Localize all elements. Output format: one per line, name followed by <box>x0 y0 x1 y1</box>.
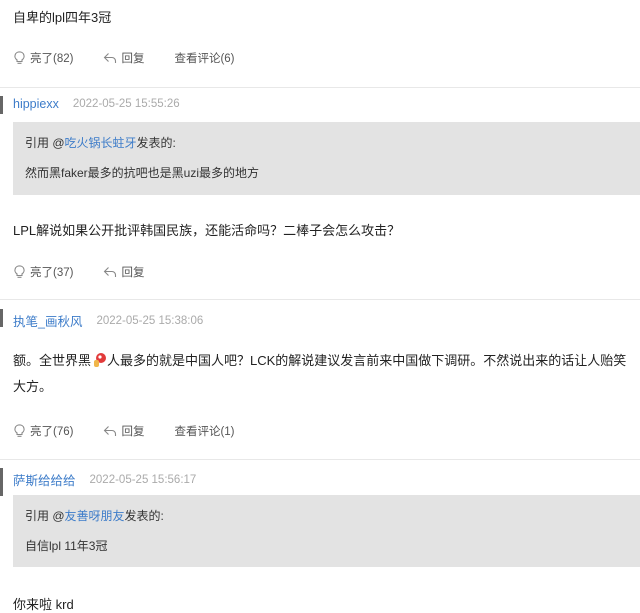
post-header: hippiexx 2022-05-25 15:55:26 <box>13 97 180 111</box>
quote-prefix: 引用 @ <box>25 136 65 150</box>
quote-user-link[interactable]: 吃火锅长蛀牙 <box>65 136 137 150</box>
like-label: 亮了(37) <box>30 267 74 279</box>
lightbulb-icon <box>14 424 25 437</box>
like-button[interactable]: 亮了(37) <box>13 264 73 280</box>
like-button[interactable]: 亮了(82) <box>13 50 73 66</box>
username-link[interactable]: hippiexx <box>13 97 59 111</box>
reply-label: 回复 <box>121 267 145 279</box>
like-label: 亮了(76) <box>30 426 74 438</box>
reply-arrow-icon <box>104 267 117 277</box>
lightbulb-icon <box>14 51 25 64</box>
username-link[interactable]: 萨斯给给给 <box>13 470 76 489</box>
quote-header: 引用 @友善呀朋友发表的: <box>25 507 164 524</box>
quote-suffix: 发表的: <box>124 509 164 523</box>
post-timestamp: 2022-05-25 15:56:17 <box>89 473 197 486</box>
post-content: 自卑的lpl四年3冠 <box>13 10 112 25</box>
post-timestamp: 2022-05-25 15:55:26 <box>72 98 180 110</box>
post-actions: 亮了(82) 回复 查看评论(6) <box>13 50 265 66</box>
post-header: 执笔_画秋风 2022-05-25 15:38:06 <box>13 311 203 330</box>
quote-block: 引用 @吃火锅长蛀牙发表的: 然而黑faker最多的抗吧也是黑uzi最多的地方 <box>13 122 640 195</box>
quote-user-link[interactable]: 友善呀朋友 <box>65 509 125 523</box>
quote-block: 引用 @友善呀朋友发表的: 自信lpl 11年3冠 <box>13 495 640 567</box>
reply-label: 回复 <box>121 53 145 65</box>
post-timestamp: 2022-05-25 15:38:06 <box>96 314 204 327</box>
post-actions: 亮了(76) 回复 查看评论(1) <box>13 423 265 439</box>
avatar[interactable] <box>0 309 3 327</box>
view-comments-button[interactable]: 查看评论(1) <box>174 423 234 439</box>
quote-text: 然而黑faker最多的抗吧也是黑uzi最多的地方 <box>25 166 260 180</box>
username-link[interactable]: 执笔_画秋风 <box>13 311 82 330</box>
quote-prefix: 引用 @ <box>25 509 65 523</box>
view-comments-label: 查看评论(6) <box>174 53 235 65</box>
quote-header: 引用 @吃火锅长蛀牙发表的: <box>25 134 176 151</box>
view-comments-button[interactable]: 查看评论(6) <box>174 50 234 66</box>
reply-button[interactable]: 回复 <box>103 423 144 439</box>
post-content-start: 额。全世界黑 <box>13 353 92 368</box>
avatar[interactable] <box>0 468 3 496</box>
like-button[interactable]: 亮了(76) <box>13 423 73 439</box>
lightbulb-icon <box>14 265 25 278</box>
divider <box>0 299 640 300</box>
like-label: 亮了(82) <box>30 53 74 65</box>
emoji-icon <box>94 353 107 367</box>
post-content: 额。全世界黑 人最多的就是中国人吧？LCK的解说建议发言前来中国做下调研。不然说出… <box>13 348 635 400</box>
avatar[interactable] <box>0 96 3 114</box>
post-content: 你来啦 krd <box>13 597 74 612</box>
post-header: 萨斯给给给 2022-05-25 15:56:17 <box>13 470 196 489</box>
reply-button[interactable]: 回复 <box>103 50 144 66</box>
reply-arrow-icon <box>104 53 117 63</box>
quote-suffix: 发表的: <box>136 136 176 150</box>
divider <box>0 459 640 460</box>
reply-button[interactable]: 回复 <box>103 264 144 280</box>
divider <box>0 87 640 88</box>
post-actions: 亮了(37) 回复 <box>13 264 174 280</box>
post-content: LPL解说如果公开批评韩国民族，还能活命吗？二棒子会怎么攻击？ <box>13 223 401 238</box>
view-comments-label: 查看评论(1) <box>174 426 235 438</box>
reply-arrow-icon <box>104 426 117 436</box>
reply-label: 回复 <box>121 426 145 438</box>
quote-text: 自信lpl 11年3冠 <box>25 539 108 553</box>
